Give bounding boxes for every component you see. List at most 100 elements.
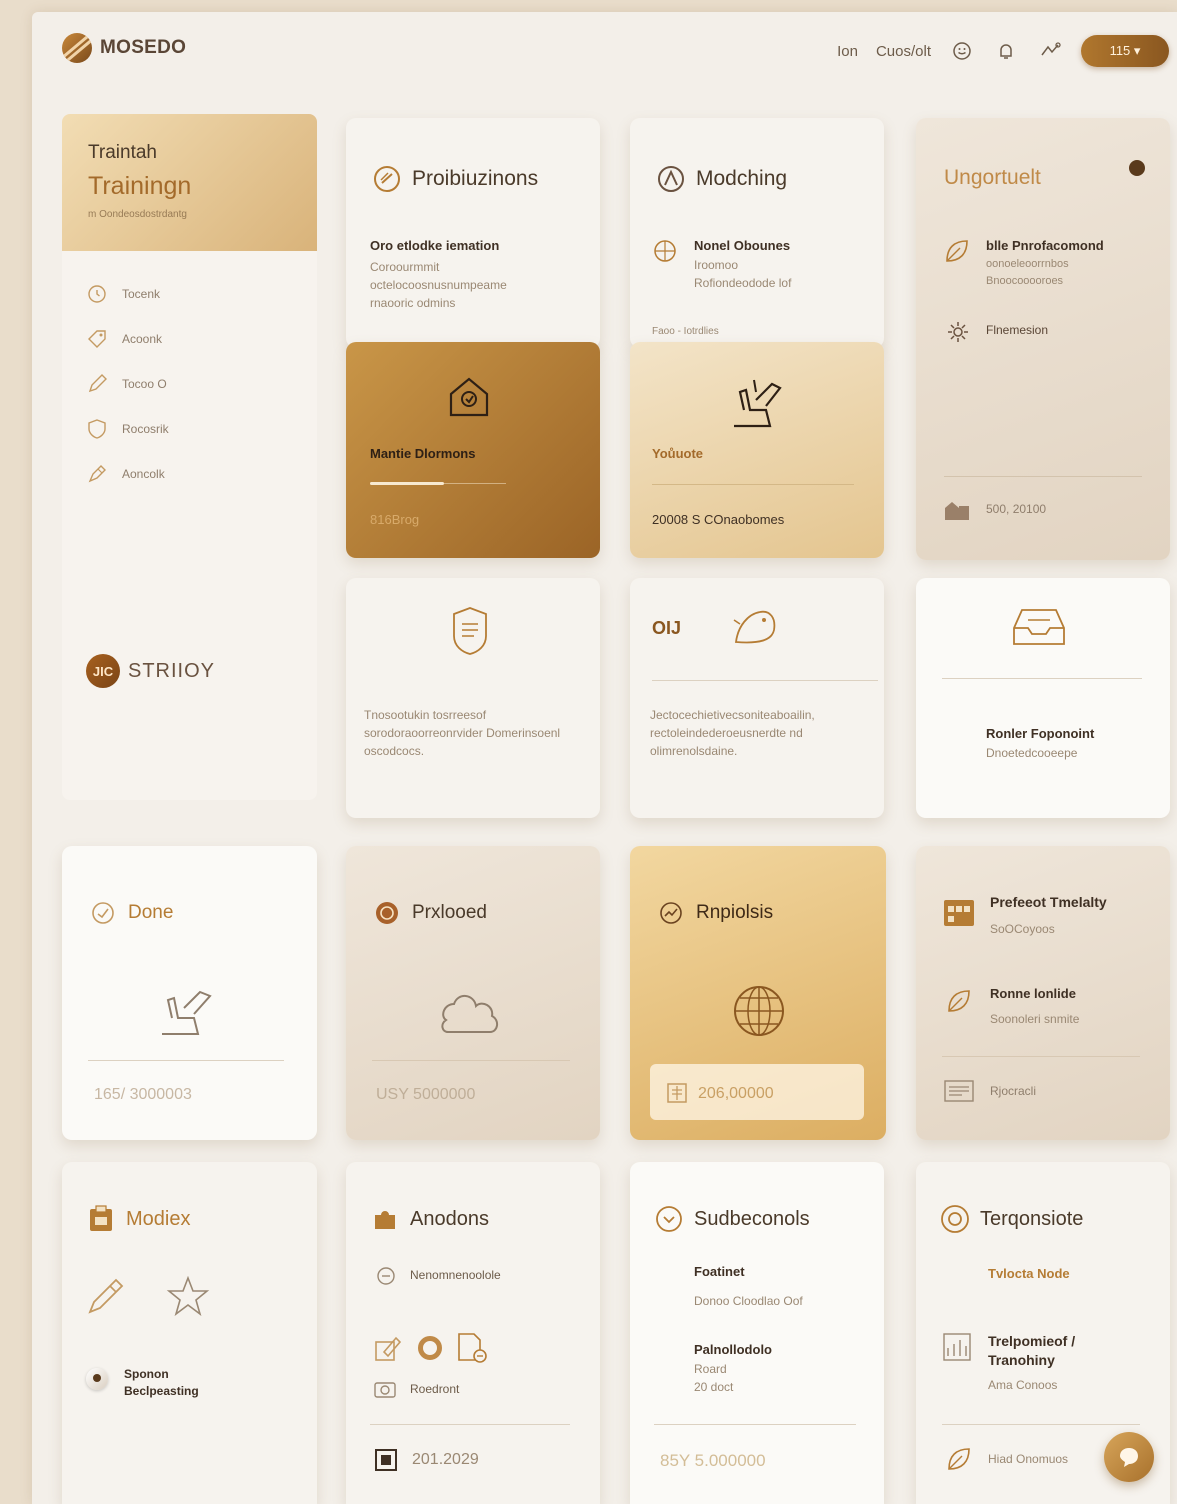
card-text: Tnosootukin tosrreesof sorodoraoorreonrv… xyxy=(364,708,561,758)
sidebar-header: Traintah Trainingn m Oondeosdostrdantg xyxy=(62,114,317,251)
globe-icon xyxy=(732,984,786,1043)
leaf-icon xyxy=(944,1444,974,1479)
clipboard-shield-icon xyxy=(450,606,490,661)
sidebar-item-label: Tocenk xyxy=(122,286,161,301)
divider xyxy=(652,484,854,485)
house-icon xyxy=(446,374,492,425)
card-title: Modiex xyxy=(86,1204,190,1234)
card-ungortuelt[interactable]: Ungortuelt blle Pnrofacomond oonoeleoorr… xyxy=(916,118,1170,560)
card-done[interactable]: Done 165/ 3000003 xyxy=(62,846,317,1140)
chair-icon xyxy=(726,370,790,439)
card-title: Sudbeconols xyxy=(654,1204,810,1234)
divider xyxy=(372,1060,570,1061)
sidebar-list: Tocenk Acoonk Tocoo O Rocosrik Aoncolk xyxy=(62,251,317,516)
sidebar-item-label: Aoncolk xyxy=(122,466,165,481)
sidebar-item-tocenk[interactable]: Tocenk xyxy=(86,271,293,316)
sidebar-item-label: Acoonk xyxy=(122,331,163,346)
card-sudbeconols[interactable]: Sudbeconols Foatinet Donoo Cloodlao Oof … xyxy=(630,1162,884,1504)
card-title: Done xyxy=(88,898,173,928)
card-row2-text-a[interactable]: Tnosootukin tosrreesof sorodoraoorreonrv… xyxy=(346,578,600,818)
bird-icon xyxy=(730,602,780,653)
card-footer-value: 500, 20100 xyxy=(986,502,1047,516)
divider xyxy=(942,678,1142,679)
item-label: Flnemesion xyxy=(986,323,1049,337)
document-icon[interactable] xyxy=(456,1332,488,1369)
card-title: Rnpiolsis xyxy=(656,898,773,928)
brand-text: STRIIOY xyxy=(128,659,216,682)
nav-link-cuosolt[interactable]: Cuos/olt xyxy=(876,43,931,60)
card-text: Jectocechietivecsoniteaboailin, rectolei… xyxy=(650,708,815,758)
smiley-icon[interactable] xyxy=(949,38,975,64)
sidebar-item-tocoo[interactable]: Tocoo O xyxy=(86,361,293,406)
compass-icon xyxy=(656,164,686,194)
home-stack-icon xyxy=(942,496,972,527)
logo-mark-icon xyxy=(62,33,92,63)
card-mantie-dlormons[interactable]: Mantie Dlormons 816Brog xyxy=(346,342,600,558)
card-prefeeot-tmelalty[interactable]: Prefeeot Tmelalty SoOCoyoos Ronne lonlid… xyxy=(916,846,1170,1140)
card-youdote[interactable]: Yoůuote 20008 S COnaobomes xyxy=(630,342,884,558)
chair-icon xyxy=(156,982,220,1045)
minus-circle-icon xyxy=(376,1266,396,1291)
record-icon[interactable] xyxy=(418,1336,442,1360)
item-title: blle Pnrofacomond xyxy=(986,238,1104,253)
item-subtitle: SoOCoyoos xyxy=(990,922,1055,936)
divider xyxy=(652,680,878,681)
star-icon[interactable] xyxy=(166,1275,210,1321)
help-fab-button[interactable] xyxy=(1104,1432,1154,1482)
card-footer-value: 85Y 5.000000 xyxy=(660,1451,766,1470)
card-rnpiolsis[interactable]: Rnpiolsis 206,00000 xyxy=(630,846,886,1140)
square-icon xyxy=(374,1448,398,1477)
sidebar: Traintah Trainingn m Oondeosdostrdantg T… xyxy=(62,114,317,800)
item-label: Tvlocta Node xyxy=(988,1266,1070,1281)
item-subtitle: Ama Conoos xyxy=(988,1378,1058,1392)
card-title: Terqonsiote xyxy=(940,1204,1083,1234)
clipboard-icon xyxy=(86,1204,116,1234)
clock-icon xyxy=(88,284,106,303)
toggle-dot xyxy=(93,1374,101,1382)
edit-icon[interactable] xyxy=(374,1334,402,1367)
card-row2-text-b[interactable]: OIJ Jectocechietivecsoniteaboailin, rect… xyxy=(630,578,884,818)
brand-badge: JIC xyxy=(86,654,120,688)
item-label: Hiad Onomuos xyxy=(988,1452,1069,1466)
bell-icon[interactable] xyxy=(993,38,1019,64)
card-anodons[interactable]: Anodons Nenomnenoolole Roedront 201.2029 xyxy=(346,1162,600,1504)
shield-icon xyxy=(88,418,106,439)
card-modching[interactable]: Modching Nonel Obounes Iroomoo Rofiondeo… xyxy=(630,118,884,348)
pen-icon[interactable] xyxy=(86,1276,126,1321)
account-pill-button[interactable]: 115 ▾ xyxy=(1081,35,1169,67)
card-modiex[interactable]: Modiex Sponon Beclpeasting xyxy=(62,1162,317,1504)
nav-link-ion[interactable]: Ion xyxy=(837,43,858,60)
sidebar-item-aoncolk[interactable]: Aoncolk xyxy=(86,451,293,496)
sidebar-item-rocosrik[interactable]: Rocosrik xyxy=(86,406,293,451)
receipt-icon xyxy=(666,1082,688,1109)
card-prxlooed[interactable]: Prxlooed USY 5000000 xyxy=(346,846,600,1140)
card-value: 165/ 3000003 xyxy=(94,1086,192,1103)
sidebar-head-heading: Trainingn xyxy=(88,172,192,200)
item-lines: oonoeleoorrnbos Bnoocooooroes xyxy=(986,258,1069,287)
sidebar-item-acoonk[interactable]: Acoonk xyxy=(86,316,293,361)
cloud-icon xyxy=(436,984,502,1043)
item-label: Rjocracli xyxy=(990,1084,1037,1098)
check-circle-icon xyxy=(88,898,118,928)
progress-track xyxy=(444,483,506,484)
camera-icon xyxy=(374,1380,396,1403)
item-subtitle: Roard 20 doct xyxy=(694,1362,734,1394)
item-label: Nenomnenoolole xyxy=(410,1268,501,1282)
card-ronler-foponoint[interactable]: Ronler Foponoint Dnoetedcooeepe xyxy=(916,578,1170,818)
card-title: Modching xyxy=(656,164,787,194)
coin-icon xyxy=(372,898,402,928)
card-proibiuzinons[interactable]: Proibiuzinons Oro etlodke iemation Coroo… xyxy=(346,118,600,348)
leaf-icon xyxy=(944,986,974,1021)
card-value: 20008 S COnaobomes xyxy=(652,512,785,527)
item-lines: Coroourmmit octelocoosnusnumpeame rnaoor… xyxy=(370,260,507,310)
leaf-icon xyxy=(942,236,972,271)
item-subtitle: Soonoleri snmite xyxy=(990,1012,1080,1026)
notification-dot xyxy=(1129,160,1145,176)
logo[interactable]: MOSEDO xyxy=(62,33,186,63)
target-icon xyxy=(652,238,678,269)
share-icon[interactable] xyxy=(1037,38,1063,64)
pencil-icon xyxy=(88,373,107,392)
sidebar-item-label: Tocoo O xyxy=(122,376,167,391)
pen-icon xyxy=(88,464,106,482)
sidebar-brand[interactable]: JIC STRIIOY xyxy=(86,654,215,688)
